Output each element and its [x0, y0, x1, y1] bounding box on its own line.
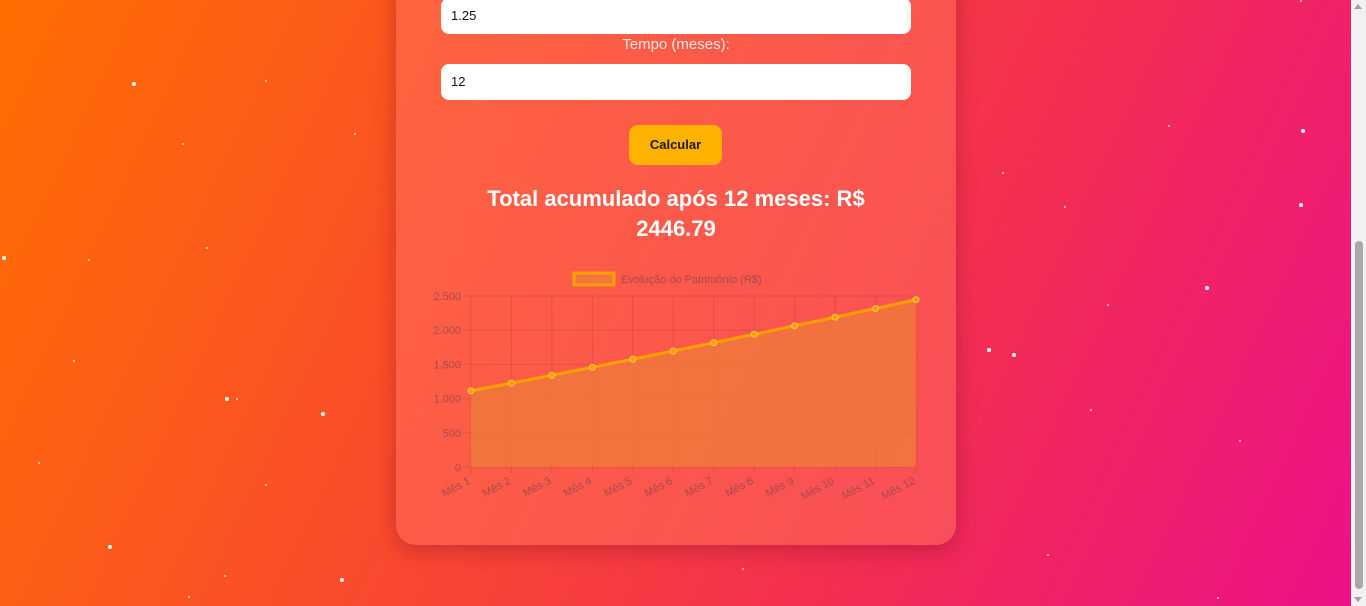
data-point [872, 304, 880, 312]
data-point [507, 379, 515, 387]
star [1239, 440, 1241, 442]
y-tick-label: 2.000 [433, 325, 461, 337]
star [1299, 203, 1303, 207]
star [340, 578, 344, 582]
star [1217, 597, 1219, 599]
scroll-up-icon[interactable] [1354, 4, 1362, 9]
star [265, 80, 267, 82]
legend-swatch [572, 271, 616, 287]
star [1301, 129, 1305, 133]
x-tick-label: Mês 9 [764, 475, 796, 500]
y-tick-label: 1.000 [433, 394, 461, 406]
x-tick-label: Mês 11 [840, 475, 877, 502]
star [987, 348, 991, 352]
x-tick-label: Mês 1 [440, 475, 472, 500]
x-tick-label: Mês 10 [799, 475, 836, 503]
star [188, 596, 190, 598]
calculator-card: 1.25 Tempo (meses): 12 Calcular Total ac… [396, 0, 956, 545]
star [354, 133, 356, 135]
star [1107, 304, 1109, 306]
data-point [467, 387, 475, 395]
x-tick-label: Mês 8 [723, 475, 755, 500]
star [108, 545, 112, 549]
x-tick-label: Mês 6 [643, 475, 675, 500]
time-label: Tempo (meses): [622, 36, 730, 53]
x-tick-label: Mês 5 [602, 475, 634, 500]
x-tick-label: Mês 4 [562, 475, 594, 500]
star [1205, 286, 1209, 290]
x-tick-label: Mês 7 [683, 475, 715, 500]
star [225, 397, 229, 401]
series-area [471, 299, 916, 467]
star [38, 462, 40, 464]
data-point [629, 355, 637, 363]
star [236, 398, 238, 400]
star [224, 575, 226, 577]
star [742, 568, 744, 570]
star [1002, 172, 1004, 174]
star [1064, 206, 1066, 208]
star [182, 143, 184, 145]
star [1012, 353, 1016, 357]
star [1047, 554, 1049, 556]
data-point [831, 313, 839, 321]
x-tick-label: Mês 12 [880, 475, 917, 503]
chart-svg: Evolução do Patrimônio (R$) 2.500 2.000 1.5… [433, 271, 920, 503]
star [321, 412, 325, 416]
data-point [912, 296, 920, 304]
scrollbar[interactable] [1351, 0, 1366, 606]
star [1168, 125, 1170, 127]
y-tick-label: 1.500 [433, 359, 461, 371]
scroll-down-icon[interactable] [1354, 597, 1362, 602]
patrimony-chart: Evolução do Patrimônio (R$) 2.500 2.000 1.5… [426, 260, 926, 515]
y-tick-label: 500 [443, 428, 461, 440]
star [1300, 0, 1302, 2]
star [88, 259, 90, 261]
data-point [548, 371, 556, 379]
star [132, 82, 136, 86]
time-input[interactable]: 12 [441, 64, 911, 100]
rate-input[interactable]: 1.25 [441, 0, 911, 34]
calculate-button[interactable]: Calcular [629, 125, 722, 165]
x-tick-label: Mês 3 [521, 475, 553, 500]
y-tick-label: 0 [455, 462, 461, 474]
data-point [791, 322, 799, 330]
star [206, 247, 208, 249]
x-tick-label: Mês 2 [481, 475, 513, 500]
star [265, 484, 267, 486]
data-point [588, 363, 596, 371]
data-point [710, 339, 718, 347]
result-text: Total acumulado após 12 meses: R$ 2446.7… [487, 186, 865, 241]
legend-label: Evolução do Patrimônio (R$) [621, 274, 762, 286]
star [73, 360, 75, 362]
star [1090, 409, 1092, 411]
star [2, 256, 6, 260]
scroll-thumb[interactable] [1355, 241, 1363, 589]
data-point [669, 347, 677, 355]
data-point [750, 330, 758, 338]
y-tick-label: 2.500 [433, 291, 461, 303]
